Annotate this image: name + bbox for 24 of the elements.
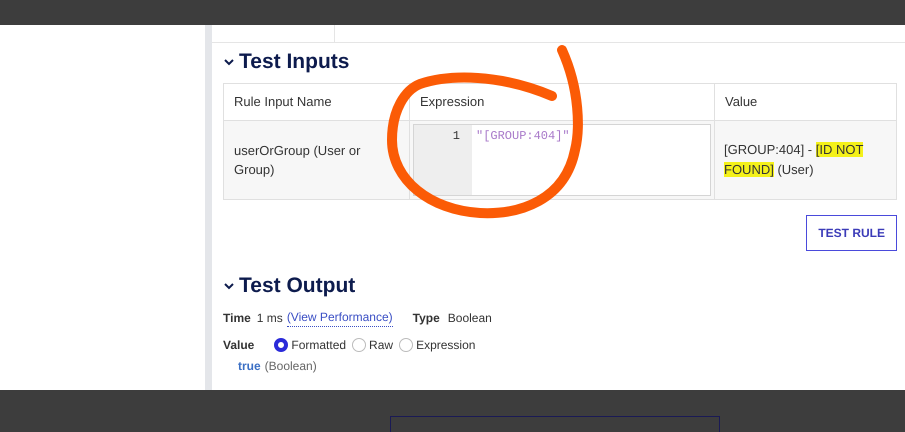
result-type: (Boolean) [264, 358, 317, 375]
column-header: Expression [409, 84, 714, 120]
code-text: "[GROUP:404]" [475, 128, 570, 145]
column-header: Rule Input Name [233, 93, 333, 112]
radio-option[interactable]: Raw [352, 336, 394, 354]
section-heading: Test Inputs [239, 49, 350, 76]
type-value: Boolean [448, 310, 492, 326]
result-value: true [238, 358, 261, 375]
radio-button[interactable] [352, 338, 366, 352]
table-cell-text: userOrGroup (User or Group) [233, 142, 362, 179]
test-rule-button[interactable]: TEST RULE [806, 215, 897, 251]
line-number: 1 [414, 125, 472, 195]
field-label: Value [223, 337, 254, 354]
column-header: Value [714, 84, 896, 120]
radio-option[interactable]: Expression [399, 336, 476, 354]
radio-option[interactable]: Formatted [274, 336, 346, 354]
section-heading: Test Output [239, 273, 356, 300]
time-value: 1 ms [256, 310, 283, 326]
view-performance-link[interactable]: (View Performance) [286, 308, 393, 327]
radio-button[interactable] [274, 338, 288, 352]
code-editor[interactable]: 1 "[GROUP:404]" [413, 124, 711, 196]
radio-button[interactable] [399, 338, 414, 352]
field-label: Time [223, 310, 251, 326]
field-label: Type [412, 310, 440, 326]
